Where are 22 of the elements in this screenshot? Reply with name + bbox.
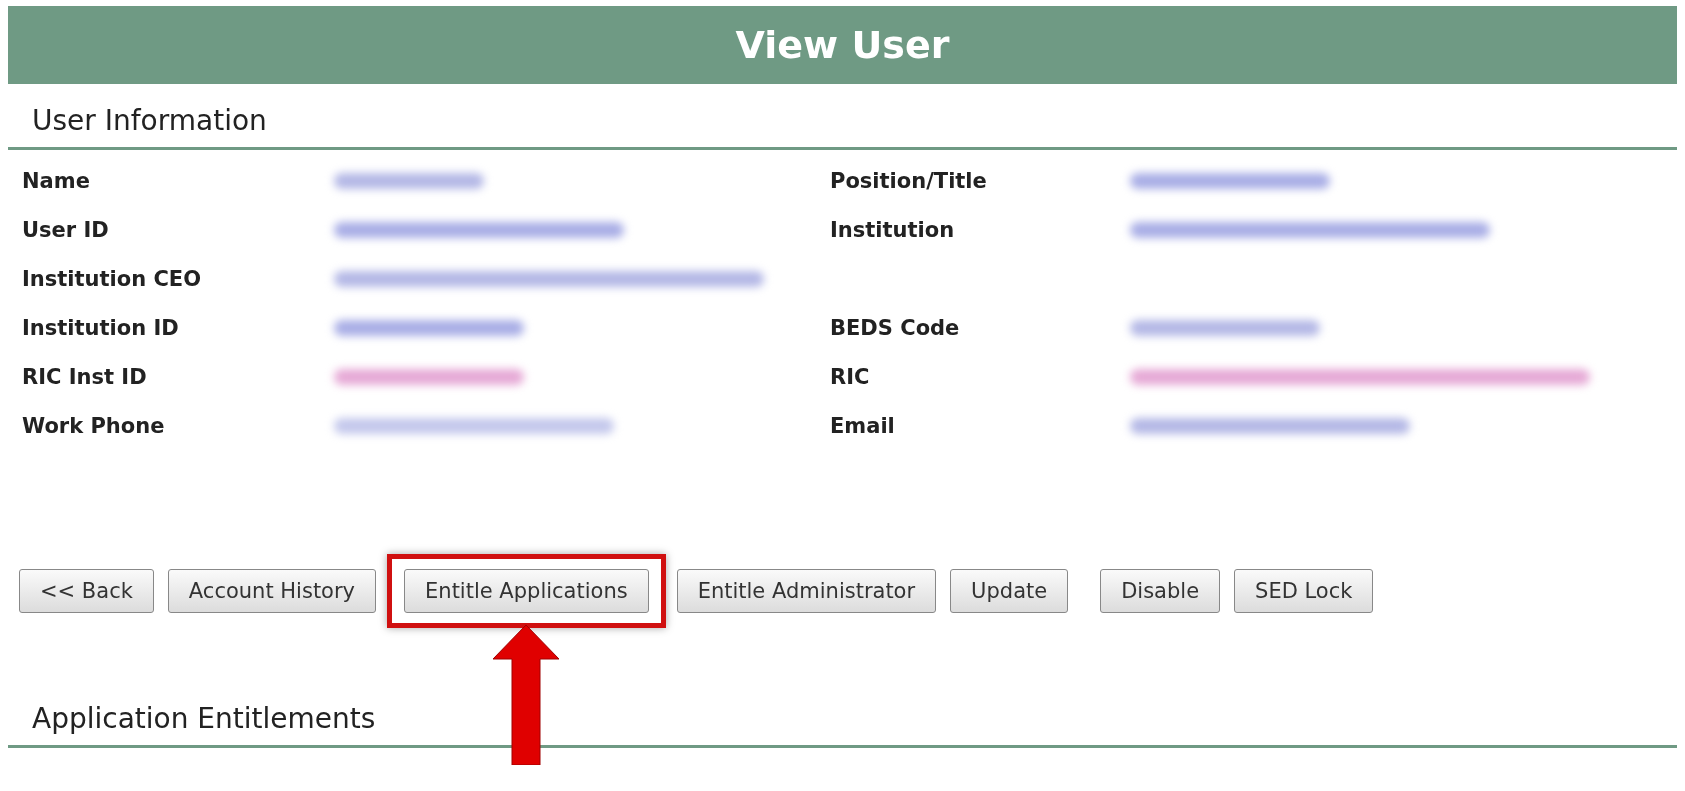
- action-button[interactable]: Entitle Administrator: [676, 569, 937, 613]
- action-button[interactable]: Entitle Applications: [404, 569, 649, 613]
- page-title: View User: [8, 6, 1677, 84]
- up-arrow-icon: [493, 625, 560, 765]
- action-button[interactable]: Update: [950, 569, 1069, 613]
- section-title: Application Entitlements: [8, 682, 1677, 748]
- field-label: Institution CEO: [22, 265, 203, 293]
- field-label: Institution: [830, 216, 956, 244]
- field-label: RIC: [830, 363, 871, 391]
- field-label: Email: [830, 412, 896, 440]
- field-label: RIC Inst ID: [22, 363, 148, 391]
- field-label: Name: [22, 167, 91, 195]
- field-label: BEDS Code: [830, 314, 961, 342]
- field-label: Institution ID: [22, 314, 180, 342]
- action-button[interactable]: SED Lock: [1234, 569, 1374, 613]
- action-button[interactable]: Disable: [1100, 569, 1221, 613]
- section-title: User Information: [8, 84, 1677, 150]
- field-label: Position/Title: [830, 167, 988, 195]
- action-button[interactable]: Account History: [167, 569, 377, 613]
- field-label: Work Phone: [22, 412, 166, 440]
- field-label: User ID: [22, 216, 110, 244]
- action-button[interactable]: << Back: [19, 569, 154, 613]
